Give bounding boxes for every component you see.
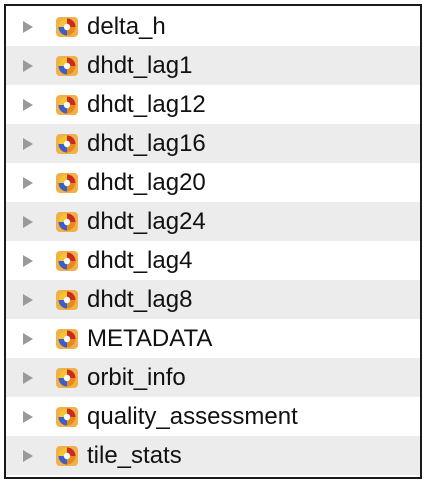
tree-panel: delta_h dhdt_lag1 dhdt_lag12 dhdt_lag16 … bbox=[4, 4, 422, 479]
tree-item-label: dhdt_lag20 bbox=[87, 168, 206, 196]
tree-item-label: dhdt_lag16 bbox=[87, 129, 206, 157]
tree-item-label: dhdt_lag24 bbox=[87, 207, 206, 235]
tree-item-label: dhdt_lag1 bbox=[87, 51, 193, 79]
disclosure-triangle-icon[interactable] bbox=[23, 410, 33, 423]
hdf-group-icon bbox=[56, 367, 78, 388]
tree-item-dhdt-lag16[interactable]: dhdt_lag16 bbox=[6, 124, 420, 163]
hdf-group-icon bbox=[56, 55, 78, 76]
hdf-group-icon bbox=[56, 172, 78, 193]
hdf-group-icon bbox=[56, 250, 78, 271]
hdf-group-icon bbox=[56, 16, 78, 37]
tree-item-label: dhdt_lag8 bbox=[87, 285, 193, 313]
disclosure-triangle-icon[interactable] bbox=[23, 20, 33, 33]
hdf-group-icon bbox=[56, 94, 78, 115]
disclosure-triangle-icon[interactable] bbox=[23, 176, 33, 189]
tree-item-label: tile_stats bbox=[87, 441, 182, 469]
disclosure-triangle-icon[interactable] bbox=[23, 371, 33, 384]
tree-item-label: dhdt_lag12 bbox=[87, 90, 206, 118]
disclosure-triangle-icon[interactable] bbox=[23, 215, 33, 228]
tree-item-dhdt-lag4[interactable]: dhdt_lag4 bbox=[6, 241, 420, 280]
tree-item-label: delta_h bbox=[87, 12, 166, 40]
hdf-group-icon bbox=[56, 328, 78, 349]
tree-item-orbit-info[interactable]: orbit_info bbox=[6, 358, 420, 397]
disclosure-triangle-icon[interactable] bbox=[23, 332, 33, 345]
hdf-group-icon bbox=[56, 406, 78, 427]
hdf-group-icon bbox=[56, 211, 78, 232]
tree-item-dhdt-lag12[interactable]: dhdt_lag12 bbox=[6, 85, 420, 124]
tree-item-label: dhdt_lag4 bbox=[87, 246, 193, 274]
tree-item-delta-h[interactable]: delta_h bbox=[6, 7, 420, 46]
tree-item-label: orbit_info bbox=[87, 363, 186, 391]
disclosure-triangle-icon[interactable] bbox=[23, 59, 33, 72]
tree-item-dhdt-lag20[interactable]: dhdt_lag20 bbox=[6, 163, 420, 202]
disclosure-triangle-icon[interactable] bbox=[23, 254, 33, 267]
tree-list: delta_h dhdt_lag1 dhdt_lag12 dhdt_lag16 … bbox=[6, 7, 420, 475]
tree-item-label: METADATA bbox=[87, 324, 213, 352]
tree-item-dhdt-lag24[interactable]: dhdt_lag24 bbox=[6, 202, 420, 241]
hdf-group-icon bbox=[56, 445, 78, 466]
disclosure-triangle-icon[interactable] bbox=[23, 293, 33, 306]
disclosure-triangle-icon[interactable] bbox=[23, 449, 33, 462]
tree-item-quality-assessment[interactable]: quality_assessment bbox=[6, 397, 420, 436]
hdf-group-icon bbox=[56, 133, 78, 154]
tree-item-tile-stats[interactable]: tile_stats bbox=[6, 436, 420, 475]
tree-item-label: quality_assessment bbox=[87, 402, 298, 430]
hdf-group-icon bbox=[56, 289, 78, 310]
disclosure-triangle-icon[interactable] bbox=[23, 137, 33, 150]
disclosure-triangle-icon[interactable] bbox=[23, 98, 33, 111]
tree-item-dhdt-lag8[interactable]: dhdt_lag8 bbox=[6, 280, 420, 319]
tree-item-metadata[interactable]: METADATA bbox=[6, 319, 420, 358]
tree-item-dhdt-lag1[interactable]: dhdt_lag1 bbox=[6, 46, 420, 85]
